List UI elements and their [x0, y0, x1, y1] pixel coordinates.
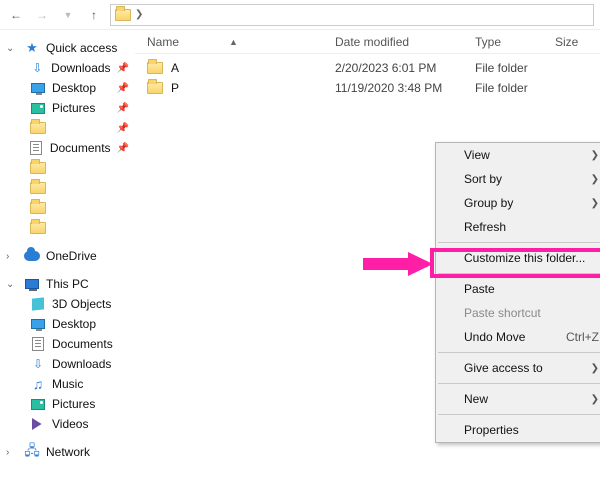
- sidebar-item-documents[interactable]: Documents: [4, 334, 131, 354]
- folder-icon: [147, 62, 163, 74]
- cloud-icon: [24, 248, 40, 264]
- folder-icon: [115, 9, 131, 21]
- sidebar-item-music[interactable]: ♫Music: [4, 374, 131, 394]
- documents-icon: [30, 336, 46, 352]
- chevron-down-icon: ⌄: [6, 43, 18, 54]
- address-bar[interactable]: ❯: [110, 4, 594, 26]
- column-headers: Name▲ Date modified Type Size: [135, 30, 600, 54]
- file-list-area[interactable]: Name▲ Date modified Type Size A 2/20/202…: [135, 30, 600, 502]
- star-icon: ★: [24, 40, 40, 56]
- column-name[interactable]: Name▲: [135, 35, 335, 49]
- chevron-right-icon: ❯: [591, 198, 599, 209]
- ctx-group-by[interactable]: Group by❯: [436, 191, 600, 215]
- context-menu: View❯ Sort by❯ Group by❯ Refresh Customi…: [435, 142, 600, 443]
- music-icon: ♫: [30, 376, 46, 392]
- column-type[interactable]: Type: [475, 35, 555, 49]
- sidebar-quick-access[interactable]: ⌄ ★ Quick access: [4, 38, 131, 58]
- ctx-customize[interactable]: Customize this folder...: [436, 246, 600, 270]
- download-icon: ⇩: [30, 60, 46, 76]
- back-button[interactable]: ←: [6, 5, 26, 25]
- pin-icon: 📌: [117, 123, 129, 134]
- file-row[interactable]: A 2/20/2023 6:01 PM File folder: [135, 58, 600, 78]
- pin-icon: 📌: [117, 103, 129, 114]
- chevron-right-icon: ❯: [591, 394, 599, 405]
- sidebar-item-desktop[interactable]: Desktop📌: [4, 78, 131, 98]
- videos-icon: [30, 416, 46, 432]
- ctx-view[interactable]: View❯: [436, 143, 600, 167]
- column-date[interactable]: Date modified: [335, 35, 475, 49]
- recent-dropdown[interactable]: ▼: [58, 5, 78, 25]
- chevron-right-icon: ❯: [591, 363, 599, 374]
- desktop-icon: [30, 316, 46, 332]
- file-row[interactable]: P 11/19/2020 3:48 PM File folder: [135, 78, 600, 98]
- forward-button[interactable]: →: [32, 5, 52, 25]
- pictures-icon: [30, 100, 46, 116]
- download-icon: ⇩: [30, 356, 46, 372]
- pin-icon: 📌: [117, 83, 129, 94]
- folder-icon: [147, 82, 163, 94]
- ctx-undo-move[interactable]: Undo MoveCtrl+Z: [436, 325, 600, 349]
- sidebar-item-downloads[interactable]: ⇩Downloads: [4, 354, 131, 374]
- sidebar-item-folder[interactable]: [4, 178, 131, 198]
- folder-icon: [30, 160, 46, 176]
- pin-icon: 📌: [117, 143, 129, 154]
- column-size[interactable]: Size: [555, 35, 600, 49]
- sidebar-item-desktop[interactable]: Desktop: [4, 314, 131, 334]
- sidebar-item-folder[interactable]: 📌: [4, 118, 131, 138]
- sidebar-network[interactable]: › 🖧 Network: [4, 442, 131, 462]
- sidebar-item-folder[interactable]: [4, 158, 131, 178]
- sidebar-item-downloads[interactable]: ⇩ Downloads📌: [4, 58, 131, 78]
- chevron-right-icon: ❯: [135, 9, 143, 20]
- sidebar-item-documents[interactable]: Documents📌: [4, 138, 131, 158]
- sidebar-item-pictures[interactable]: Pictures📌: [4, 98, 131, 118]
- up-button[interactable]: ↑: [84, 5, 104, 25]
- pin-icon: 📌: [117, 63, 129, 74]
- ctx-refresh[interactable]: Refresh: [436, 215, 600, 239]
- ctx-give-access[interactable]: Give access to❯: [436, 356, 600, 380]
- chevron-right-icon: ❯: [591, 150, 599, 161]
- chevron-down-icon: ⌄: [6, 279, 18, 290]
- pictures-icon: [30, 396, 46, 412]
- folder-icon: [30, 180, 46, 196]
- ctx-new[interactable]: New❯: [436, 387, 600, 411]
- sidebar-item-folder[interactable]: [4, 198, 131, 218]
- navigation-pane: ⌄ ★ Quick access ⇩ Downloads📌 Desktop📌 P…: [0, 30, 135, 502]
- desktop-icon: [30, 80, 46, 96]
- sidebar-item-folder[interactable]: [4, 218, 131, 238]
- folder-icon: [30, 120, 46, 136]
- annotation-arrow: [363, 252, 433, 279]
- folder-icon: [30, 220, 46, 236]
- cube-icon: [30, 296, 46, 312]
- pc-icon: [24, 276, 40, 292]
- toolbar: ← → ▼ ↑ ❯: [0, 0, 600, 30]
- sidebar-onedrive[interactable]: › OneDrive: [4, 246, 131, 266]
- chevron-right-icon: ›: [6, 447, 18, 458]
- folder-icon: [30, 200, 46, 216]
- sidebar-item-3d-objects[interactable]: 3D Objects: [4, 294, 131, 314]
- chevron-right-icon: ❯: [591, 174, 599, 185]
- network-icon: 🖧: [24, 444, 40, 460]
- sort-indicator-icon: ▲: [229, 37, 238, 47]
- ctx-sort-by[interactable]: Sort by❯: [436, 167, 600, 191]
- sidebar-item-pictures[interactable]: Pictures: [4, 394, 131, 414]
- sidebar-this-pc[interactable]: ⌄ This PC: [4, 274, 131, 294]
- documents-icon: [29, 140, 44, 156]
- chevron-right-icon: ›: [6, 251, 18, 262]
- sidebar-item-videos[interactable]: Videos: [4, 414, 131, 434]
- ctx-properties[interactable]: Properties: [436, 418, 600, 442]
- ctx-paste-shortcut[interactable]: Paste shortcut: [436, 301, 600, 325]
- ctx-paste[interactable]: Paste: [436, 277, 600, 301]
